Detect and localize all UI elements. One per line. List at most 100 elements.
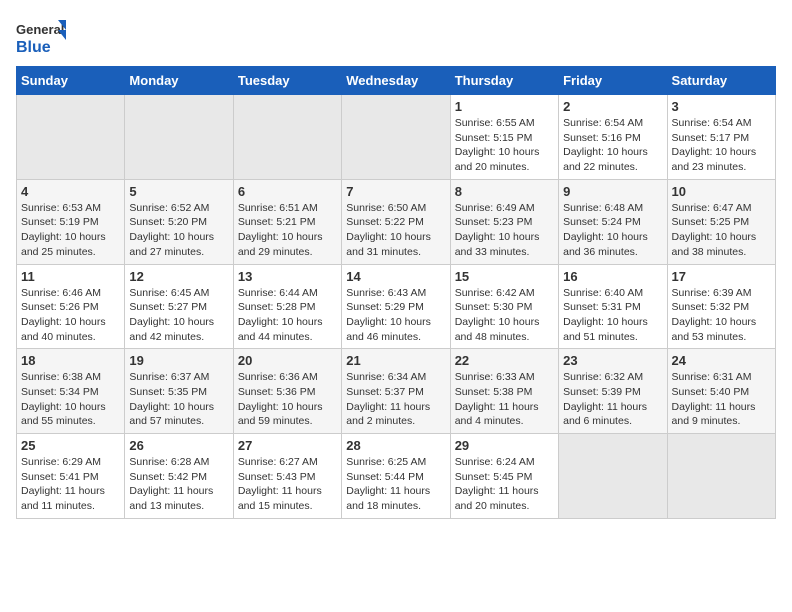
calendar-cell: 12 Sunrise: 6:45 AM Sunset: 5:27 PM Dayli… <box>125 264 233 349</box>
day-info: Sunrise: 6:46 AM Sunset: 5:26 PM Dayligh… <box>21 286 120 345</box>
day-info: Sunrise: 6:25 AM Sunset: 5:44 PM Dayligh… <box>346 455 445 514</box>
calendar-cell: 16Sunrise: 6:40 AM Sunset: 5:31 PM Dayli… <box>559 264 667 349</box>
day-info: Sunrise: 6:44 AM Sunset: 5:28 PM Dayligh… <box>238 286 337 345</box>
day-number: 24 <box>672 353 771 368</box>
calendar-cell: 3 Sunrise: 6:54 AM Sunset: 5:17 PM Daylig… <box>667 95 775 180</box>
day-info: Sunrise: 6:31 AM Sunset: 5:40 PM Dayligh… <box>672 370 771 429</box>
calendar-cell: 17 Sunrise: 6:39 AM Sunset: 5:32 PM Dayli… <box>667 264 775 349</box>
day-info: Sunrise: 6:49 AM Sunset: 5:23 PM Dayligh… <box>455 201 554 260</box>
day-info: Sunrise: 6:28 AM Sunset: 5:42 PM Dayligh… <box>129 455 228 514</box>
day-info: Sunrise: 6:33 AM Sunset: 5:38 PM Dayligh… <box>455 370 554 429</box>
day-number: 19 <box>129 353 228 368</box>
calendar-cell: 24 Sunrise: 6:31 AM Sunset: 5:40 PM Dayli… <box>667 349 775 434</box>
calendar-cell: 15 Sunrise: 6:42 AM Sunset: 5:30 PM Dayli… <box>450 264 558 349</box>
day-info: Sunrise: 6:54 AM Sunset: 5:16 PM Dayligh… <box>563 116 662 175</box>
day-number: 15 <box>455 269 554 284</box>
logo-svg: GeneralBlue <box>16 16 66 58</box>
day-number: 28 <box>346 438 445 453</box>
header-monday: Monday <box>125 67 233 95</box>
calendar-cell: 27 Sunrise: 6:27 AM Sunset: 5:43 PM Dayli… <box>233 434 341 519</box>
day-info: Sunrise: 6:37 AM Sunset: 5:35 PM Dayligh… <box>129 370 228 429</box>
calendar-cell: 20 Sunrise: 6:36 AM Sunset: 5:36 PM Dayli… <box>233 349 341 434</box>
calendar-cell: 9 Sunrise: 6:48 AM Sunset: 5:24 PM Daylig… <box>559 179 667 264</box>
calendar-cell: 5 Sunrise: 6:52 AM Sunset: 5:20 PM Daylig… <box>125 179 233 264</box>
day-info: Sunrise: 6:45 AM Sunset: 5:27 PM Dayligh… <box>129 286 228 345</box>
day-info: Sunrise: 6:54 AM Sunset: 5:17 PM Dayligh… <box>672 116 771 175</box>
day-number: 21 <box>346 353 445 368</box>
day-number: 18 <box>21 353 120 368</box>
day-number: 4 <box>21 184 120 199</box>
calendar-cell: 18 Sunrise: 6:38 AM Sunset: 5:34 PM Dayli… <box>17 349 125 434</box>
day-info: Sunrise: 6:42 AM Sunset: 5:30 PM Dayligh… <box>455 286 554 345</box>
calendar-cell: 4Sunrise: 6:53 AM Sunset: 5:19 PM Daylig… <box>17 179 125 264</box>
day-info: Sunrise: 6:27 AM Sunset: 5:43 PM Dayligh… <box>238 455 337 514</box>
day-info: Sunrise: 6:52 AM Sunset: 5:20 PM Dayligh… <box>129 201 228 260</box>
day-number: 27 <box>238 438 337 453</box>
calendar-cell: 7 Sunrise: 6:50 AM Sunset: 5:22 PM Daylig… <box>342 179 450 264</box>
day-number: 20 <box>238 353 337 368</box>
day-info: Sunrise: 6:43 AM Sunset: 5:29 PM Dayligh… <box>346 286 445 345</box>
day-number: 13 <box>238 269 337 284</box>
calendar-table: SundayMondayTuesdayWednesdayThursdayFrid… <box>16 66 776 519</box>
day-info: Sunrise: 6:36 AM Sunset: 5:36 PM Dayligh… <box>238 370 337 429</box>
day-number: 23 <box>563 353 662 368</box>
calendar-week-row: 4Sunrise: 6:53 AM Sunset: 5:19 PM Daylig… <box>17 179 776 264</box>
day-number: 5 <box>129 184 228 199</box>
day-info: Sunrise: 6:39 AM Sunset: 5:32 PM Dayligh… <box>672 286 771 345</box>
day-number: 2 <box>563 99 662 114</box>
day-info: Sunrise: 6:47 AM Sunset: 5:25 PM Dayligh… <box>672 201 771 260</box>
day-number: 17 <box>672 269 771 284</box>
calendar-cell: 1 Sunrise: 6:55 AM Sunset: 5:15 PM Daylig… <box>450 95 558 180</box>
calendar-cell <box>342 95 450 180</box>
calendar-cell <box>667 434 775 519</box>
day-info: Sunrise: 6:51 AM Sunset: 5:21 PM Dayligh… <box>238 201 337 260</box>
day-info: Sunrise: 6:55 AM Sunset: 5:15 PM Dayligh… <box>455 116 554 175</box>
header-saturday: Saturday <box>667 67 775 95</box>
page-header: GeneralBlue <box>16 16 776 58</box>
day-number: 9 <box>563 184 662 199</box>
day-number: 8 <box>455 184 554 199</box>
header-thursday: Thursday <box>450 67 558 95</box>
day-number: 6 <box>238 184 337 199</box>
day-info: Sunrise: 6:38 AM Sunset: 5:34 PM Dayligh… <box>21 370 120 429</box>
calendar-cell: 23 Sunrise: 6:32 AM Sunset: 5:39 PM Dayli… <box>559 349 667 434</box>
calendar-cell: 13 Sunrise: 6:44 AM Sunset: 5:28 PM Dayli… <box>233 264 341 349</box>
day-info: Sunrise: 6:29 AM Sunset: 5:41 PM Dayligh… <box>21 455 120 514</box>
calendar-cell: 21 Sunrise: 6:34 AM Sunset: 5:37 PM Dayli… <box>342 349 450 434</box>
calendar-cell <box>233 95 341 180</box>
header-wednesday: Wednesday <box>342 67 450 95</box>
day-info: Sunrise: 6:34 AM Sunset: 5:37 PM Dayligh… <box>346 370 445 429</box>
svg-text:General: General <box>16 22 64 37</box>
day-info: Sunrise: 6:48 AM Sunset: 5:24 PM Dayligh… <box>563 201 662 260</box>
day-number: 7 <box>346 184 445 199</box>
calendar-cell: 29Sunrise: 6:24 AM Sunset: 5:45 PM Dayli… <box>450 434 558 519</box>
day-number: 10 <box>672 184 771 199</box>
day-info: Sunrise: 6:32 AM Sunset: 5:39 PM Dayligh… <box>563 370 662 429</box>
calendar-cell: 8 Sunrise: 6:49 AM Sunset: 5:23 PM Daylig… <box>450 179 558 264</box>
day-info: Sunrise: 6:50 AM Sunset: 5:22 PM Dayligh… <box>346 201 445 260</box>
day-info: Sunrise: 6:40 AM Sunset: 5:31 PM Dayligh… <box>563 286 662 345</box>
day-info: Sunrise: 6:24 AM Sunset: 5:45 PM Dayligh… <box>455 455 554 514</box>
header-sunday: Sunday <box>17 67 125 95</box>
day-number: 26 <box>129 438 228 453</box>
day-number: 22 <box>455 353 554 368</box>
header-tuesday: Tuesday <box>233 67 341 95</box>
calendar-cell <box>559 434 667 519</box>
day-number: 25 <box>21 438 120 453</box>
header-friday: Friday <box>559 67 667 95</box>
day-number: 3 <box>672 99 771 114</box>
day-number: 1 <box>455 99 554 114</box>
calendar-cell: 2 Sunrise: 6:54 AM Sunset: 5:16 PM Daylig… <box>559 95 667 180</box>
day-number: 14 <box>346 269 445 284</box>
calendar-cell: 28 Sunrise: 6:25 AM Sunset: 5:44 PM Dayli… <box>342 434 450 519</box>
calendar-cell <box>125 95 233 180</box>
calendar-cell: 19 Sunrise: 6:37 AM Sunset: 5:35 PM Dayli… <box>125 349 233 434</box>
calendar-week-row: 11Sunrise: 6:46 AM Sunset: 5:26 PM Dayli… <box>17 264 776 349</box>
calendar-cell: 25 Sunrise: 6:29 AM Sunset: 5:41 PM Dayli… <box>17 434 125 519</box>
calendar-cell: 6 Sunrise: 6:51 AM Sunset: 5:21 PM Daylig… <box>233 179 341 264</box>
day-number: 12 <box>129 269 228 284</box>
logo: GeneralBlue <box>16 16 66 58</box>
calendar-cell: 11Sunrise: 6:46 AM Sunset: 5:26 PM Dayli… <box>17 264 125 349</box>
calendar-cell: 26 Sunrise: 6:28 AM Sunset: 5:42 PM Dayli… <box>125 434 233 519</box>
calendar-week-row: 18 Sunrise: 6:38 AM Sunset: 5:34 PM Dayli… <box>17 349 776 434</box>
